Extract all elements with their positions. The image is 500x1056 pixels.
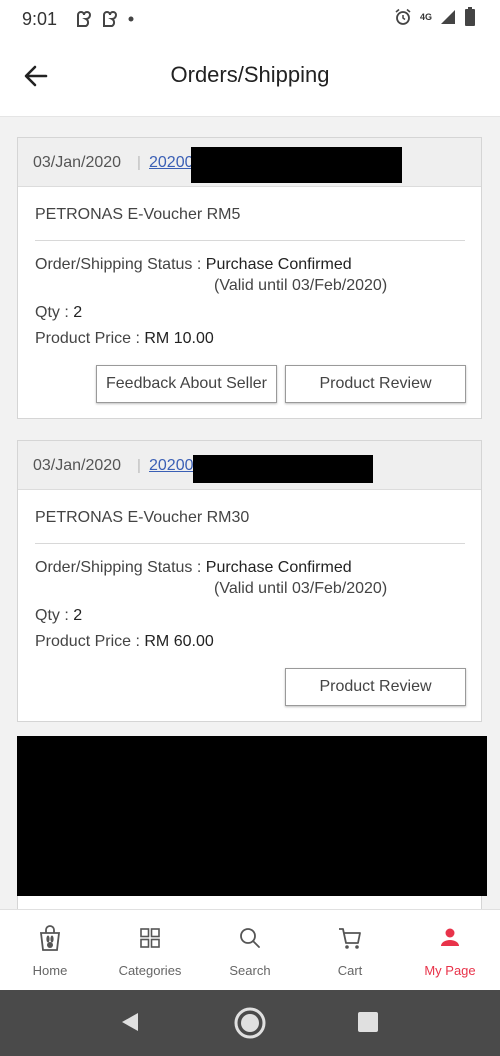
search-icon [240, 928, 260, 948]
nav-cart[interactable]: Cart [300, 910, 400, 991]
redacted-block [191, 147, 402, 183]
network-type: 4G [419, 12, 432, 22]
price-value: RM 60.00 [144, 633, 214, 650]
app-notification-icon [77, 11, 92, 27]
alarm-icon [395, 8, 411, 25]
dot-icon [128, 16, 134, 22]
nav-search[interactable]: Search [200, 910, 300, 991]
back-triangle-icon[interactable] [118, 1010, 142, 1034]
valid-until: (Valid until 03/Feb/2020) [214, 580, 388, 597]
order-card: 03/Jan/2020 | 20200 PETRONAS E-Voucher R… [17, 440, 482, 722]
qty-value: 2 [73, 304, 83, 321]
separator: | [137, 154, 141, 171]
nav-categories[interactable]: Categories [100, 910, 200, 991]
grid-icon [140, 928, 160, 948]
bottom-navigation: Home Categories Search Cart My Page [0, 909, 500, 991]
qty-label: Qty : [35, 304, 74, 321]
nav-home[interactable]: Home [0, 910, 100, 991]
price-label: Product Price : [35, 330, 145, 347]
divider [35, 240, 465, 241]
battery-icon [465, 7, 475, 26]
cart-icon [339, 928, 361, 949]
product-name: PETRONAS E-Voucher RM5 [35, 206, 241, 223]
status-value: Purchase Confirmed [205, 559, 352, 576]
nav-label: Cart [337, 963, 363, 978]
order-card-header: 03/Jan/2020 | 20200 [18, 138, 481, 187]
price-value: RM 10.00 [144, 330, 214, 347]
redacted-block [193, 455, 373, 483]
system-nav-bar [0, 990, 500, 1056]
status-label: Order/Shipping Status : [35, 559, 206, 576]
nav-label: Categories [118, 963, 182, 978]
signal-icon [441, 10, 455, 24]
status-bar: 9:01 4G [0, 0, 500, 38]
product-review-button[interactable]: Product Review [285, 668, 466, 706]
order-card: 03/Jan/2020 | 20200 PETRONAS E-Voucher R… [17, 137, 482, 419]
status-label: Order/Shipping Status : [35, 256, 206, 273]
price-label: Product Price : [35, 633, 145, 650]
feedback-seller-button[interactable]: Feedback About Seller [96, 365, 277, 403]
order-number-link[interactable]: 20200 [149, 154, 194, 172]
person-icon [441, 928, 459, 946]
product-review-button[interactable]: Product Review [285, 365, 466, 403]
shopping-bag-icon [39, 925, 61, 951]
valid-until: (Valid until 03/Feb/2020) [214, 277, 388, 294]
orders-list[interactable]: 03/Jan/2020 | 20200 PETRONAS E-Voucher R… [0, 117, 500, 909]
product-name: PETRONAS E-Voucher RM30 [35, 509, 250, 526]
nav-label: Home [32, 963, 68, 978]
nav-label: My Page [424, 963, 476, 978]
qty-label: Qty : [35, 607, 74, 624]
app-notification-icon [103, 11, 118, 27]
separator: | [137, 457, 141, 474]
home-circle-icon[interactable] [233, 1006, 267, 1040]
order-date: 03/Jan/2020 [33, 154, 122, 171]
status-time: 9:01 [22, 9, 58, 29]
status-value: Purchase Confirmed [205, 256, 352, 273]
redacted-block [17, 736, 487, 896]
divider [35, 543, 465, 544]
order-card-header: 03/Jan/2020 | 20200 [18, 441, 481, 490]
page-title: Orders/Shipping [170, 62, 330, 87]
order-number-link[interactable]: 20200 [149, 457, 194, 475]
nav-label: Search [229, 963, 271, 978]
qty-value: 2 [73, 607, 83, 624]
app-header: Orders/Shipping [0, 38, 500, 117]
nav-my-page[interactable]: My Page [400, 910, 500, 991]
order-date: 03/Jan/2020 [33, 457, 122, 474]
recents-square-icon[interactable] [357, 1011, 379, 1033]
